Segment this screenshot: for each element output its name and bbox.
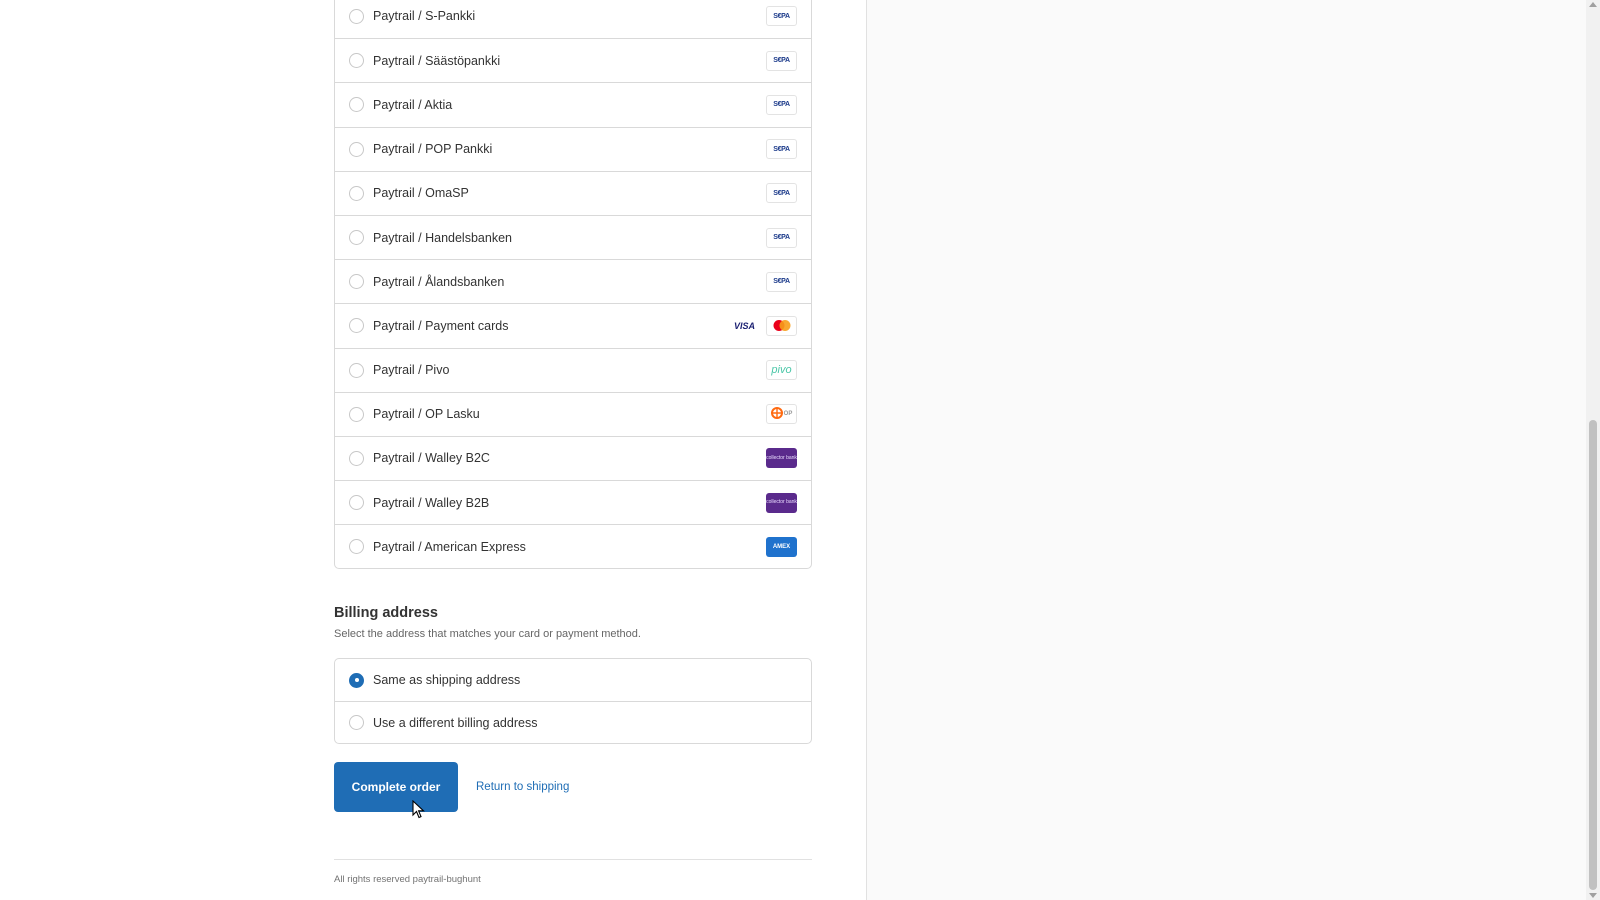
sepa-logo-icon: S€PA	[766, 183, 797, 204]
payment-method-radio[interactable]	[349, 274, 364, 290]
payment-method-radio[interactable]	[349, 539, 364, 555]
payment-logos: collector bank	[766, 492, 797, 513]
billing-option-label: Use a different billing address	[373, 715, 538, 730]
payment-method-radio[interactable]	[349, 53, 364, 69]
payment-method-radio[interactable]	[349, 318, 364, 334]
payment-method-option[interactable]: Paytrail / American Express AMEX	[335, 524, 811, 568]
radio-same-as-shipping[interactable]	[349, 672, 364, 688]
payment-logos: S€PA	[766, 271, 797, 292]
payment-method-label: Paytrail / Handelsbanken	[373, 230, 512, 245]
payment-logos: S€PA	[766, 139, 797, 160]
payment-method-option[interactable]: Paytrail / Pivo pivo	[335, 347, 811, 392]
radio-different-billing[interactable]	[349, 715, 364, 731]
payment-method-option[interactable]: Paytrail / Payment cards VISA	[335, 303, 811, 347]
payment-logos: S€PA	[766, 94, 797, 115]
payment-method-radio[interactable]	[349, 362, 364, 378]
billing-address-options: Same as shipping address Use a different…	[334, 658, 812, 745]
scroll-up-arrow-icon[interactable]	[1589, 2, 1597, 7]
walley-logo-icon: collector bank	[766, 492, 797, 513]
payment-method-label: Paytrail / Walley B2B	[373, 495, 490, 510]
sepa-logo-icon: S€PA	[766, 6, 797, 27]
billing-option-label: Same as shipping address	[373, 673, 521, 688]
payment-logos: S€PA	[766, 6, 797, 27]
payment-method-option[interactable]: Paytrail / Handelsbanken S€PA	[335, 214, 811, 259]
walley-logo-icon: collector bank	[766, 448, 797, 469]
payment-method-label: Paytrail / Walley B2C	[373, 451, 490, 466]
sepa-logo-icon: S€PA	[766, 94, 797, 115]
payment-method-option[interactable]: Paytrail / Ålandsbanken S€PA	[335, 259, 811, 303]
visa-logo-icon: VISA	[733, 320, 755, 331]
payment-method-option[interactable]: Paytrail / OmaSP S€PA	[335, 170, 811, 215]
payment-method-option[interactable]: Paytrail / Walley B2B collector bank	[335, 480, 811, 524]
mouse-pointer-icon	[412, 800, 425, 819]
payment-method-label: Paytrail / POP Pankki	[373, 142, 493, 157]
billing-address-subtitle: Select the address that matches your car…	[334, 628, 641, 641]
payment-logos: S€PA	[766, 183, 797, 204]
payment-method-option[interactable]: Paytrail / Walley B2C collector bank	[335, 435, 811, 480]
complete-order-button[interactable]: Complete order	[334, 762, 458, 813]
amex-logo-icon: AMEX	[766, 536, 797, 557]
payment-method-label: Paytrail / Ålandsbanken	[373, 274, 505, 289]
payment-method-radio[interactable]	[349, 8, 364, 24]
payment-method-radio[interactable]	[349, 230, 364, 246]
payment-method-option[interactable]: Paytrail / OP Lasku OP	[335, 391, 811, 436]
billing-option-same-as-shipping[interactable]: Same as shipping address	[335, 659, 811, 701]
payment-logos: pivo	[766, 360, 797, 381]
footer-divider	[334, 859, 812, 861]
payment-logos: collector bank	[766, 448, 797, 469]
payment-method-label: Paytrail / OP Lasku	[373, 407, 480, 422]
return-to-shipping-link[interactable]: Return to shipping	[476, 781, 569, 793]
op-logo-icon: OP	[766, 404, 797, 425]
payment-method-option[interactable]: Paytrail / POP Pankki S€PA	[335, 126, 811, 171]
payment-method-radio[interactable]	[349, 495, 364, 511]
payment-method-option[interactable]: Paytrail / Aktia S€PA	[335, 82, 811, 126]
pivo-logo-icon: pivo	[766, 360, 797, 381]
billing-address-heading: Billing address	[334, 605, 438, 622]
payment-method-radio[interactable]	[349, 141, 364, 157]
payment-logos: VISA	[729, 315, 797, 336]
mc-logo-icon	[766, 315, 797, 336]
payment-logos: S€PA	[766, 50, 797, 71]
sepa-logo-icon: S€PA	[766, 139, 797, 160]
payment-method-option[interactable]: Paytrail / S-Pankki S€PA	[335, 0, 811, 38]
checkout-main: Paytrail / S-Pankki S€PA Paytrail / Säästö…	[334, 0, 812, 885]
payment-logos: OP	[766, 404, 797, 425]
page-scrollbar[interactable]	[1586, 0, 1600, 900]
footer-copyright: All rights reserved paytrail-bughunt	[334, 874, 481, 886]
payment-method-option[interactable]: Paytrail / Säästöpankki S€PA	[335, 38, 811, 82]
payment-method-label: Paytrail / Pivo	[373, 363, 450, 378]
payment-method-radio[interactable]	[349, 185, 364, 201]
sepa-logo-icon: S€PA	[766, 227, 797, 248]
payment-logos: S€PA	[766, 227, 797, 248]
order-summary-panel	[866, 0, 1586, 900]
payment-method-label: Paytrail / OmaSP	[373, 186, 469, 201]
payment-method-list: Paytrail / S-Pankki S€PA Paytrail / Säästö…	[334, 0, 812, 570]
payment-method-radio[interactable]	[349, 97, 364, 113]
payment-method-label: Paytrail / Säästöpankki	[373, 53, 501, 68]
payment-method-radio[interactable]	[349, 406, 364, 422]
payment-method-label: Paytrail / Aktia	[373, 97, 453, 112]
scrollbar-thumb[interactable]	[1589, 420, 1597, 890]
payment-method-radio[interactable]	[349, 450, 364, 466]
checkout-actions: Complete order Return to shipping	[334, 762, 812, 813]
billing-option-different-address[interactable]: Use a different billing address	[335, 701, 811, 743]
payment-method-label: Paytrail / American Express	[373, 539, 526, 554]
payment-logos: AMEX	[766, 536, 797, 557]
scroll-down-arrow-icon[interactable]	[1589, 893, 1597, 898]
payment-method-label: Paytrail / Payment cards	[373, 318, 509, 333]
sepa-logo-icon: S€PA	[766, 271, 797, 292]
payment-method-label: Paytrail / S-Pankki	[373, 9, 476, 24]
sepa-logo-icon: S€PA	[766, 50, 797, 71]
